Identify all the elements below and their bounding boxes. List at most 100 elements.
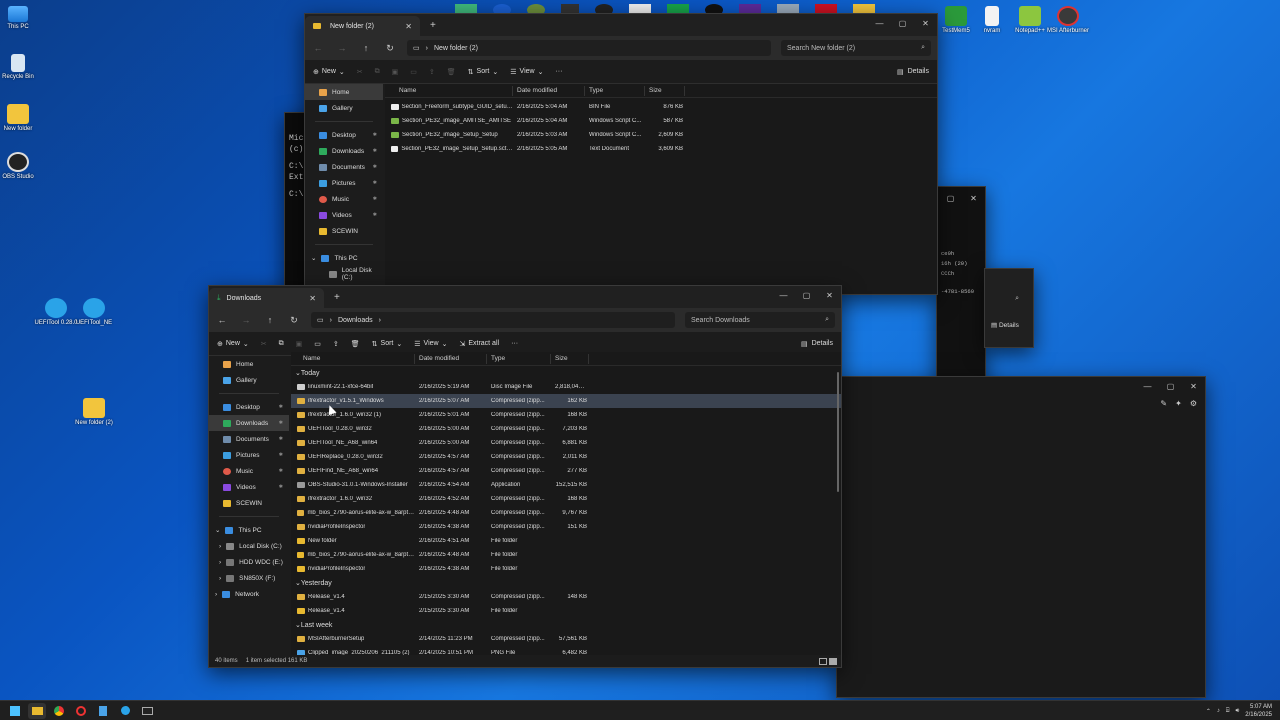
more-icon[interactable]: ··· (555, 68, 562, 75)
file-row[interactable]: Section_Freeform_subtype_GUID_setupd... 2… (385, 100, 937, 114)
gear-icon[interactable]: ⚙ (1190, 399, 1197, 408)
background-window-right-2[interactable]: ⌕ ▤ Details (984, 268, 1034, 348)
refresh-icon[interactable]: ↻ (383, 43, 397, 54)
column-size[interactable]: Size (645, 85, 685, 96)
minimize-icon[interactable]: — (1136, 377, 1159, 395)
explorer-window-downloads[interactable]: ⤓ Downloads ✕ + — ▢ ✕ ← → ↑ ↻ ▭ › Downloads… (208, 285, 842, 668)
sidebar-item-music[interactable]: Music ✱ (305, 191, 383, 207)
delete-icon[interactable]: 🗑 (447, 68, 456, 76)
desktop-icon-new-folder[interactable]: New folder (0, 104, 40, 132)
details-button[interactable]: ▤ Details (991, 321, 1019, 329)
taskbar-notepad[interactable] (94, 703, 112, 719)
volume-icon[interactable]: 🔊︎ (1236, 708, 1240, 715)
minimize-icon[interactable]: — (772, 286, 795, 304)
new-tab-icon[interactable]: + (334, 292, 340, 303)
sidebar-item-sn850x-f[interactable]: › SN850X (F:) (209, 570, 289, 586)
background-window-bottom-right[interactable]: — ▢ ✕ ✎ ✦ ⚙ (836, 376, 1206, 698)
microphone-icon[interactable]: ♪ (1217, 708, 1220, 714)
maximize-icon[interactable]: ▢ (891, 14, 914, 32)
tab-new-folder-2[interactable]: New folder (2) ✕ (305, 16, 420, 36)
close-icon[interactable]: ✕ (1182, 377, 1205, 395)
file-row[interactable]: ifrextractor_1.6.0_win32 2/16/2025 4:52 A… (291, 492, 841, 506)
taskbar-file-explorer[interactable] (28, 702, 46, 719)
desktop-icon-uefitool-ne[interactable]: UEFITool_NE (72, 298, 116, 326)
sidebar-item-documents[interactable]: Documents ✱ (305, 159, 383, 175)
file-row[interactable]: ifrextractor_1.6.0_win32 (1) 2/16/2025 5:… (291, 408, 841, 422)
taskbar-terminal[interactable] (138, 703, 156, 719)
sidebar-item-pictures[interactable]: Pictures ✱ (305, 175, 383, 191)
up-icon[interactable]: ↑ (359, 43, 373, 53)
sidebar-item-home[interactable]: Home (209, 356, 289, 372)
column-type[interactable]: Type (487, 353, 551, 364)
details-button[interactable]: ▤ Details (897, 68, 929, 76)
sidebar-item-desktop[interactable]: Desktop ✱ (305, 127, 383, 143)
desktop-icon-msi-afterburner[interactable]: MSI Afterburner (1046, 6, 1090, 34)
close-tab-icon[interactable]: ✕ (405, 22, 412, 31)
file-row[interactable]: mb_bios_z790-aorus-elite-ax-w_8arpt074..… (291, 548, 841, 562)
file-row[interactable]: nvidiaProfileInspector 2/16/2025 4:38 AM F… (291, 562, 841, 576)
column-name[interactable]: Name (385, 85, 513, 96)
copy-icon[interactable]: ⧉ (279, 340, 284, 348)
desktop-icon-recycle-bin[interactable]: Recycle Bin (0, 54, 40, 80)
desktop-icon-obs-studio[interactable]: OBS Studio (0, 152, 40, 180)
sidebar-item-scewin[interactable]: SCEWIN (305, 223, 383, 239)
file-row[interactable]: New folder 2/16/2025 4:51 AM File folder (291, 534, 841, 548)
sidebar-item-gallery[interactable]: Gallery (305, 100, 383, 116)
maximize-icon[interactable]: ▢ (1159, 377, 1182, 395)
column-date[interactable]: Date modified (415, 353, 487, 364)
file-row[interactable]: Section_PE32_image_AMITSE_AMITSE 2/16/202… (385, 114, 937, 128)
sort-button[interactable]: ⇅ Sort ⌄ (372, 340, 403, 348)
paste-icon[interactable]: ▣ (296, 340, 303, 348)
scrollbar[interactable] (837, 372, 839, 492)
maximize-icon[interactable]: ▢ (939, 189, 962, 207)
group-header[interactable]: ⌄ Yesterday (291, 576, 841, 590)
close-icon[interactable]: ✕ (914, 14, 937, 32)
close-icon[interactable]: ✕ (962, 189, 985, 207)
search-icon[interactable]: ⌕ (1015, 295, 1019, 303)
sidebar-item-music[interactable]: Music ✱ (209, 463, 289, 479)
sidebar-item-this-pc[interactable]: ⌄ This PC (305, 250, 383, 266)
new-tab-icon[interactable]: + (430, 20, 436, 31)
maximize-icon[interactable]: ▢ (795, 286, 818, 304)
file-row[interactable]: OBS-Studio-31.0.1-Windows-Installer 2/16/… (291, 478, 841, 492)
sidebar-item-documents[interactable]: Documents ✱ (209, 431, 289, 447)
sidebar-item-gallery[interactable]: Gallery (209, 372, 289, 388)
new-button[interactable]: ⊕ New ⌄ (313, 68, 345, 76)
column-type[interactable]: Type (585, 85, 645, 96)
sidebar-item-pictures[interactable]: Pictures ✱ (209, 447, 289, 463)
sidebar-item-scewin[interactable]: SCEWIN (209, 495, 289, 511)
explorer-window-new-folder-2[interactable]: New folder (2) ✕ + — ▢ ✕ ← → ↑ ↻ ▭ › New fo… (304, 13, 938, 295)
extract-all-button[interactable]: ⇲ Extract all (459, 340, 499, 348)
share-icon[interactable]: ⇪ (429, 68, 435, 76)
sidebar-item-videos[interactable]: Videos ✱ (305, 207, 383, 223)
file-row[interactable]: UEFIFind_NE_A68_win64 2/16/2025 4:57 AM Co… (291, 464, 841, 478)
file-row[interactable]: mb_bios_z790-aorus-elite-ax-w_8arpt074..… (291, 506, 841, 520)
file-row[interactable]: UEFIReplace_0.28.0_win32 2/16/2025 4:57 A… (291, 450, 841, 464)
file-row[interactable]: UEFITool_0.28.0_win32 2/16/2025 5:00 AM Co… (291, 422, 841, 436)
address-bar[interactable]: ▭ › New folder (2) (407, 40, 771, 56)
sidebar-item-network[interactable]: › Network (209, 586, 289, 602)
cut-icon[interactable]: ✂ (261, 340, 267, 348)
taskbar-chrome[interactable] (50, 703, 68, 719)
file-row[interactable]: Section_PE32_image_Setup_Setup 2/16/2025 … (385, 128, 937, 142)
pen-icon[interactable]: ✎ (1160, 399, 1167, 408)
sidebar-item-this-pc[interactable]: ⌄ This PC (209, 522, 289, 538)
copy-icon[interactable]: ⧉ (375, 68, 380, 76)
forward-icon[interactable]: → (239, 315, 253, 325)
taskbar-uefitool[interactable] (116, 703, 134, 719)
file-row[interactable]: ifrextractor_v1.5.1_Windows 2/16/2025 5:0… (291, 394, 841, 408)
address-bar[interactable]: ▭ › Downloads › (311, 312, 675, 328)
chevron-up-icon[interactable]: ⌃ (1206, 708, 1211, 715)
close-icon[interactable]: ✕ (818, 286, 841, 304)
cut-icon[interactable]: ✂ (357, 68, 363, 76)
clock[interactable]: 5:07 AM 2/16/2025 (1245, 703, 1272, 719)
sidebar-item-downloads[interactable]: Downloads ✱ (209, 415, 289, 431)
more-icon[interactable]: ··· (511, 340, 518, 347)
view-button[interactable]: ☰ View ⌄ (414, 340, 447, 348)
details-button[interactable]: ▤ Details (801, 340, 833, 348)
refresh-icon[interactable]: ↻ (287, 315, 301, 326)
details-view-icon[interactable] (819, 657, 827, 665)
file-row[interactable]: Section_PE32_image_Setup_Setup.sct.0.0..… (385, 142, 937, 156)
column-date[interactable]: Date modified (513, 85, 585, 96)
group-header[interactable]: ⌄ Today (291, 366, 841, 380)
